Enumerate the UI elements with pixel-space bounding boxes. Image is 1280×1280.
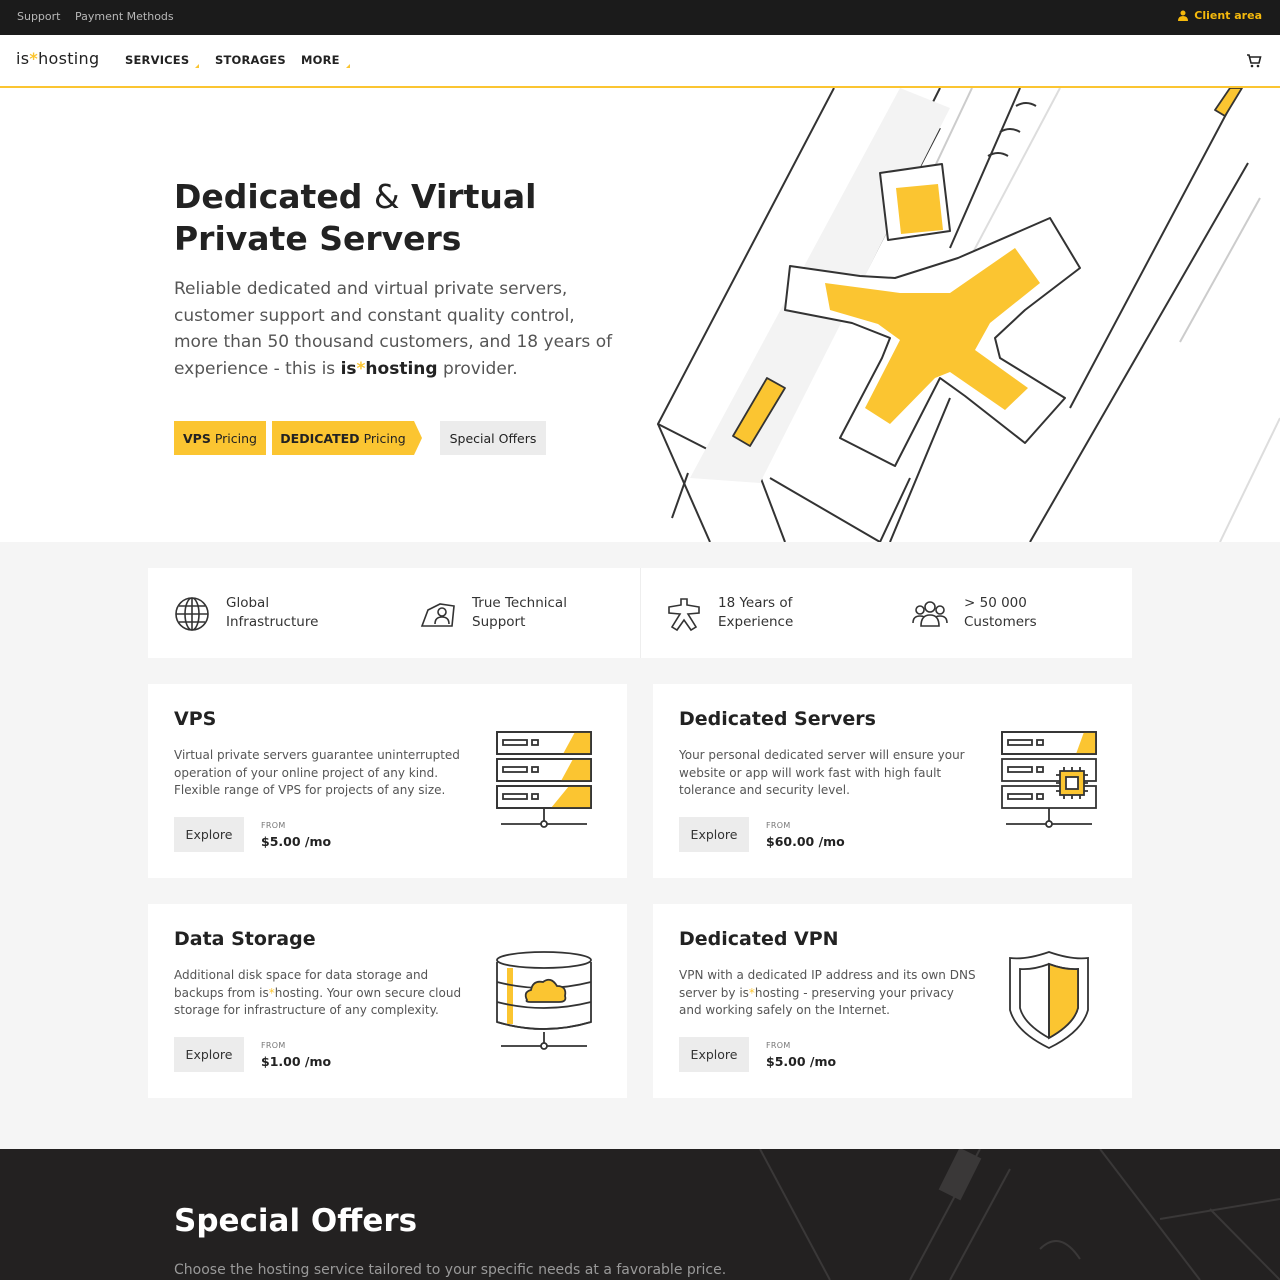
vpn-price: $5.00 /mo [766,1054,837,1069]
hero-title-part2: Virtual [399,177,537,216]
feature-support-text: True Technical Support [472,594,632,632]
dropdown-triangle-icon [345,64,350,68]
server-rack-icon [496,731,592,828]
dedicated-pricing-bold: DEDICATED [280,430,360,446]
feature-global-line1: Global [226,595,270,611]
nav-services-label: SERVICES [125,53,190,67]
client-area-label: Client area [1194,9,1262,22]
hero-title-line2: Private Servers [174,219,462,258]
dedicated-pricing-rest: Pricing [363,430,406,446]
dedicated-from-label: FROM [766,821,791,830]
logo-star: * [29,49,39,68]
hero-section: Dedicated & Virtual Private Servers Relia… [0,88,1280,542]
hero-title: Dedicated & Virtual Private Servers [174,176,654,260]
vpn-explore-button[interactable]: Explore [679,1037,749,1072]
hero-brand-hosting: hosting [365,358,438,379]
vps-pricing-rest: Pricing [214,430,257,446]
feature-customers-line1: > 50 000 [964,595,1027,611]
star-person-icon [668,598,700,632]
main-nav: is*hosting SERVICES STORAGES MORE [0,35,1280,88]
customers-icon [912,601,948,627]
features-strip: Global Infrastructure True Technical Suppo… [148,568,1132,658]
client-area-link[interactable]: Client area [1178,9,1262,22]
vpn-card-title: Dedicated VPN [679,928,839,950]
shield-icon [1009,951,1089,1050]
logo-hosting: hosting [38,49,100,68]
feature-support-line1: True Technical [472,595,567,611]
hero-illustration [657,88,1280,542]
vps-from-label: FROM [261,821,286,830]
feature-experience-line1: 18 Years of [718,595,793,611]
feature-global-line2: Infrastructure [226,614,319,630]
hero-desc-end: provider. [437,358,518,379]
special-offers-button[interactable]: Special Offers [440,421,546,455]
globe-icon [175,597,209,631]
feature-customers-text: > 50 000 Customers [964,594,1124,632]
vps-card-description: Virtual private servers guarantee uninte… [174,748,460,797]
user-icon [1178,10,1189,21]
vpn-from-label: FROM [766,1041,791,1050]
vpn-card: Dedicated VPN VPN with a dedicated IP ad… [653,904,1132,1098]
nav-more-label: MORE [301,53,340,67]
dedicated-pricing-button[interactable]: DEDICATED Pricing [272,421,422,455]
dedicated-card-title: Dedicated Servers [679,708,876,730]
nav-storages[interactable]: STORAGES [215,53,286,67]
vps-explore-button[interactable]: Explore [174,817,244,852]
vps-pricing-button[interactable]: VPS Pricing [174,421,266,455]
dedicated-card: Dedicated Servers Your personal dedicate… [653,684,1132,878]
storage-from-label: FROM [261,1041,286,1050]
logo-is: is [16,49,30,68]
special-offers-section: Special Offers Choose the hosting servic… [0,1149,1280,1280]
nav-more[interactable]: MORE [301,53,350,68]
hero-title-part1: Dedicated [174,177,374,216]
feature-experience-line2: Experience [718,614,794,630]
storage-card: Data Storage Additional disk space for d… [148,904,627,1098]
vps-pricing-bold: VPS [183,430,211,446]
hero-title-amp: & [373,177,400,216]
hero-description: Reliable dedicated and virtual private s… [174,276,624,382]
special-offers-title: Special Offers [174,1203,418,1239]
nav-storages-label: STORAGES [215,53,286,67]
payment-methods-link[interactable]: Payment Methods [75,10,174,23]
storage-explore-button[interactable]: Explore [174,1037,244,1072]
features-divider [640,568,641,658]
storage-card-description: Additional disk space for data storage a… [174,967,474,1020]
hero-brand-is: is [340,358,357,379]
vps-card: VPS Virtual private servers guarantee un… [148,684,627,878]
dropdown-triangle-icon [195,64,200,68]
cart-icon[interactable] [1246,52,1262,68]
storage-card-title: Data Storage [174,928,316,950]
dedicated-server-icon [1001,731,1097,828]
vpn-card-description: VPN with a dedicated IP address and its … [679,967,979,1020]
dedicated-card-description: Your personal dedicated server will ensu… [679,748,965,797]
dedicated-price: $60.00 /mo [766,834,845,849]
vps-price: $5.00 /mo [261,834,332,849]
feature-support-line2: Support [472,614,526,630]
cloud-storage-icon [496,951,592,1050]
feature-experience: 18 Years of Experience [666,568,886,658]
top-bar: Support Payment Methods Client area [0,0,1280,35]
logo[interactable]: is*hosting [16,49,99,68]
dedicated-explore-button[interactable]: Explore [679,817,749,852]
feature-customers-line2: Customers [964,614,1037,630]
feature-support: True Technical Support [420,568,640,658]
storage-price: $1.00 /mo [261,1054,332,1069]
nav-services[interactable]: SERVICES [125,53,200,68]
vps-card-title: VPS [174,708,217,730]
support-icon [420,603,455,627]
feature-global-text: Global Infrastructure [226,594,386,632]
feature-customers: > 50 000 Customers [912,568,1132,658]
offers-background-lines [759,1149,1280,1280]
support-link[interactable]: Support [17,10,60,23]
feature-global: Global Infrastructure [174,568,394,658]
feature-experience-text: 18 Years of Experience [718,594,878,632]
special-offers-subtitle: Choose the hosting service tailored to y… [174,1262,727,1278]
